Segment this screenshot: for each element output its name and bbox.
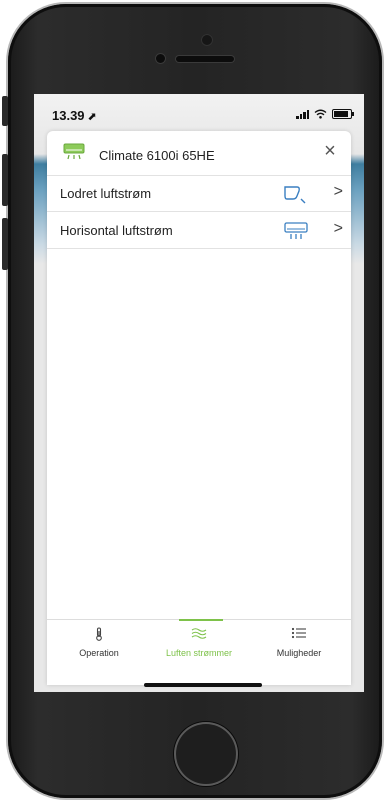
volume-up-button: [2, 154, 8, 206]
air-conditioner-icon: [63, 143, 85, 160]
status-icons: [296, 109, 354, 119]
active-tab-indicator: [179, 619, 223, 621]
home-button[interactable]: [174, 722, 238, 786]
status-bar: 13.39 ⬈: [34, 94, 364, 134]
sheet-title: Climate 6100i 65HE: [99, 148, 215, 163]
row-vertical-airflow[interactable]: Lodret luftstrøm >: [47, 175, 351, 212]
tab-operation[interactable]: Operation: [49, 620, 149, 664]
tab-options[interactable]: Muligheder: [249, 620, 349, 664]
chevron-right-icon: >: [333, 220, 343, 237]
front-camera: [156, 54, 165, 63]
battery-icon: [332, 109, 354, 119]
tab-label: Operation: [79, 648, 119, 658]
row-horizontal-airflow[interactable]: Horisontal luftstrøm >: [47, 212, 351, 249]
volume-down-button: [2, 218, 8, 270]
screen: 13.39 ⬈ Climate 6100i 65HE × Lodret luft…: [34, 94, 364, 692]
row-label: Horisontal luftstrøm: [60, 223, 173, 238]
tab-label: Luften strømmer: [165, 648, 232, 658]
chevron-right-icon: >: [333, 183, 343, 200]
signal-icon: [296, 109, 309, 119]
tab-airflow[interactable]: Luften strømmer: [149, 619, 249, 664]
horizontal-airflow-icon: [284, 222, 308, 239]
earpiece-speaker: [176, 56, 234, 62]
close-button[interactable]: ×: [319, 140, 341, 162]
wifi-icon: [314, 109, 327, 119]
home-indicator[interactable]: [144, 683, 262, 687]
thermometer-icon: [96, 627, 102, 641]
status-time: 13.39 ⬈: [52, 108, 97, 123]
tab-label: Muligheder: [276, 648, 322, 658]
list-icon: [291, 627, 306, 639]
vertical-airflow-icon: [284, 186, 306, 204]
mute-switch: [2, 96, 8, 126]
location-arrow-icon: ⬈: [87, 111, 97, 123]
row-label: Lodret luftstrøm: [60, 186, 152, 201]
airflow-waves-icon: [191, 628, 207, 639]
top-camera: [201, 34, 213, 46]
sheet-header: Climate 6100i 65HE ×: [47, 131, 351, 176]
airflow-sheet: Climate 6100i 65HE × Lodret luftstrøm > …: [47, 131, 351, 685]
tab-bar: Operation Luften strømmer Muligheder: [47, 619, 351, 664]
